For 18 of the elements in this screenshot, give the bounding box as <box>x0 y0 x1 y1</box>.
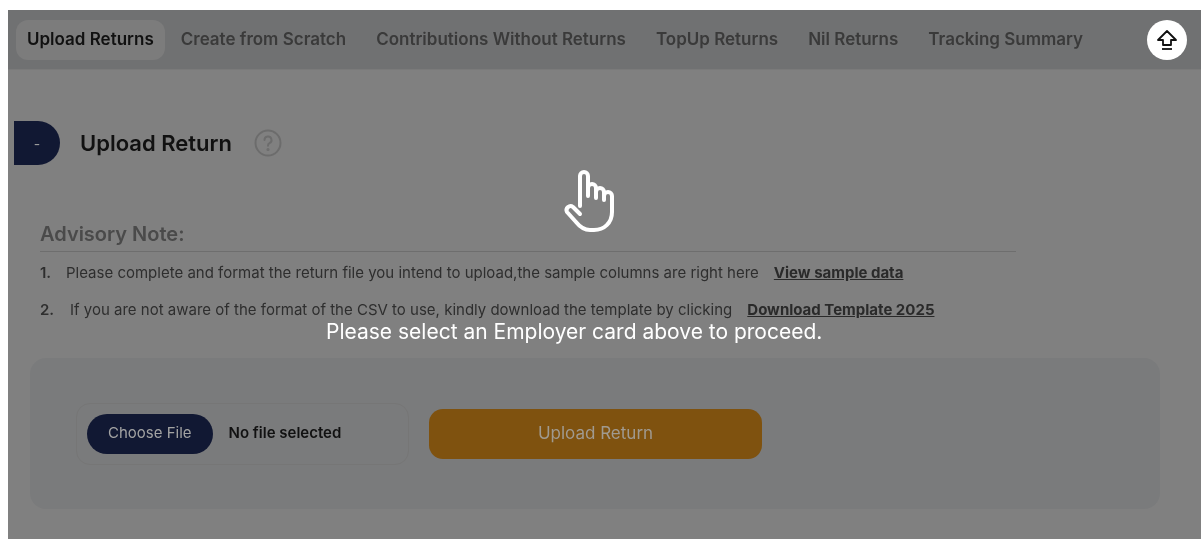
advisory-text: If you are not aware of the format of the CSV to use, kindly download the template by clicking <box>70 298 733 321</box>
link[interactable]: View sample data <box>773 262 904 285</box>
advisory-text: Please complete and format the return file you intend to upload,the sample columns are right here <box>66 262 759 284</box>
section-title: Upload Return <box>80 128 232 158</box>
tab[interactable]: Contributions Without Returns <box>362 19 640 60</box>
collapse-toggle[interactable]: - <box>14 121 60 165</box>
tab[interactable]: Upload Returns <box>16 19 165 60</box>
tab[interactable]: TopUp Returns <box>641 19 793 60</box>
file-status: No file selected <box>228 422 342 445</box>
upload-arrow-icon <box>1155 27 1179 52</box>
link[interactable]: Download Template 2025 <box>747 298 935 321</box>
list-number: 2. <box>40 298 56 321</box>
scroll-top-button[interactable] <box>1147 19 1187 60</box>
tab[interactable]: Tracking Summary <box>914 19 1098 60</box>
overlay-message: Please select an Employer card above to proceed. <box>326 319 823 346</box>
tab[interactable]: Nil Returns <box>794 19 913 60</box>
list-number: 1. <box>40 262 53 284</box>
tab[interactable]: Create from Scratch <box>166 19 361 60</box>
